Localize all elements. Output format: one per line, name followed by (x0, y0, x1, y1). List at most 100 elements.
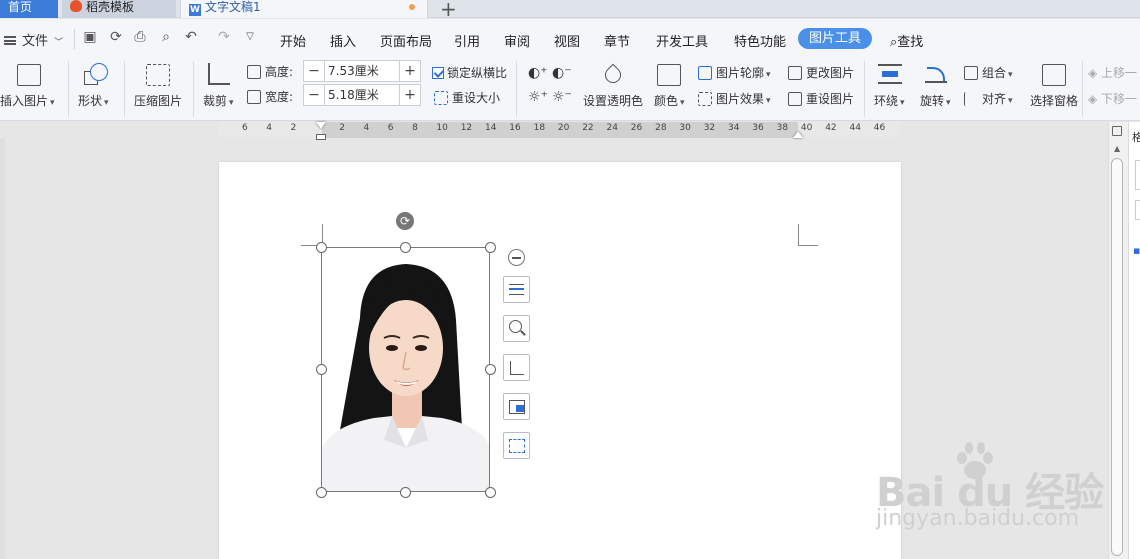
panel-toggle-icon[interactable] (1112, 126, 1122, 136)
group-label: 组合 (982, 66, 1007, 80)
undo-icon[interactable]: ↶ (183, 29, 199, 45)
resize-handle-top[interactable] (400, 242, 411, 253)
collapse-toolbar-icon[interactable] (508, 249, 525, 266)
chevron-down-icon: ▾ (900, 98, 905, 108)
ruler-tick-label: 32 (703, 123, 716, 133)
horizontal-ruler[interactable]: 6 4 2 2 4 6 8 10 12 14 16 18 20 22 24 26 28 30 32 34 36 38 40 4… (218, 122, 901, 140)
crop-icon[interactable] (208, 63, 230, 85)
shape-button[interactable]: 形状 ▾ (78, 92, 109, 109)
width-decrease-button[interactable]: − (304, 85, 324, 105)
layout-options-button[interactable] (503, 276, 530, 303)
height-icon (247, 65, 261, 79)
resize-handle-left[interactable] (316, 364, 327, 375)
portrait-photo[interactable] (321, 247, 490, 492)
rotate-handle-icon[interactable]: ⟳ (396, 212, 414, 230)
height-increase-button[interactable]: + (400, 61, 420, 81)
decrease-contrast-icon[interactable]: ◐⁻ (552, 65, 572, 81)
increase-brightness-icon[interactable]: ☼⁺ (528, 89, 548, 105)
selection-pane-icon[interactable] (1042, 64, 1066, 86)
selection-pane-button[interactable]: 选择窗格 (1030, 92, 1078, 109)
fit-picture-float-icon (509, 439, 525, 453)
ruler-tick-label: 14 (485, 123, 497, 133)
resize-handle-top-left[interactable] (316, 242, 327, 253)
customize-toolbar-icon[interactable]: ▽ (242, 29, 258, 45)
crop-button[interactable]: 裁剪 ▾ (203, 92, 234, 109)
file-menu[interactable]: 文件 ﹀ (4, 30, 63, 49)
menu-insert[interactable]: 插入 (330, 31, 356, 50)
height-decrease-button[interactable]: − (304, 61, 324, 81)
new-tab-icon[interactable]: + (440, 0, 457, 21)
side-panel-field[interactable] (1135, 200, 1140, 220)
menu-picture-tools[interactable]: 图片工具 (798, 28, 872, 49)
change-picture-icon (788, 66, 802, 80)
zoom-picture-button[interactable] (503, 315, 530, 342)
wrap-button[interactable]: 环绕 ▾ (874, 92, 905, 109)
resize-handle-bottom[interactable] (400, 487, 411, 498)
divider (68, 61, 69, 117)
increase-contrast-icon[interactable]: ◐⁺ (528, 65, 548, 81)
change-picture-button[interactable]: 更改图片 (788, 64, 854, 81)
picture-outline-button[interactable]: 图片轮廓 ▾ (698, 64, 771, 81)
reset-picture-button[interactable]: 重设图片 (788, 90, 854, 107)
bring-forward-button[interactable]: ◈ 上移一 (1088, 64, 1137, 81)
tab-template-label: 稻壳模板 (86, 0, 135, 14)
transparent-color-icon[interactable] (601, 61, 625, 87)
menu-chapter[interactable]: 章节 (604, 31, 630, 50)
side-panel-field[interactable] (1135, 160, 1140, 190)
picture-effect-button[interactable]: 图片效果 ▾ (698, 90, 771, 107)
left-indent-marker[interactable] (316, 134, 326, 140)
tab-document[interactable]: W 文字文稿1 (180, 0, 428, 18)
lock-aspect-checkbox[interactable]: 锁定纵横比 (432, 64, 507, 81)
resize-handle-top-right[interactable] (485, 242, 496, 253)
decrease-brightness-icon[interactable]: ☼⁻ (552, 89, 572, 105)
width-input[interactable]: 5.18厘米 (324, 85, 400, 105)
save-icon[interactable]: ▣ (82, 29, 98, 45)
menu-start[interactable]: 开始 (280, 31, 306, 50)
ruler-tick-label: 18 (533, 123, 546, 133)
menu-special[interactable]: 特色功能 (734, 31, 786, 50)
menu-page-layout[interactable]: 页面布局 (380, 31, 432, 50)
menu-references[interactable]: 引用 (454, 31, 480, 50)
color-button[interactable]: 颜色 ▾ (654, 92, 685, 109)
rotate-button[interactable]: 旋转 ▾ (920, 92, 951, 109)
group-button[interactable]: 组合 ▾ (964, 64, 1013, 81)
redo-icon[interactable]: ↷ (216, 29, 232, 45)
change-picture-float-button[interactable] (503, 393, 530, 420)
format-painter-icon[interactable]: ⟳ (108, 29, 124, 45)
compress-picture-icon[interactable] (146, 64, 170, 86)
color-icon[interactable] (657, 64, 681, 86)
menu-view[interactable]: 视图 (554, 31, 580, 50)
layout-options-icon (509, 284, 524, 295)
tab-template[interactable]: 稻壳模板 (62, 0, 176, 18)
scroll-up-icon[interactable]: ▲ (1114, 144, 1120, 153)
wrap-icon[interactable] (878, 64, 902, 84)
set-transparent-button[interactable]: 设置透明色 (583, 92, 643, 109)
compress-picture-button[interactable]: 压缩图片 (134, 92, 182, 109)
shape-icon[interactable] (84, 63, 108, 87)
scrollbar-thumb[interactable] (1111, 158, 1123, 556)
height-spinner[interactable]: − 7.53厘米 + (303, 60, 421, 82)
menu-review[interactable]: 审阅 (504, 31, 530, 50)
reset-size-button[interactable]: 重设大小 (434, 89, 500, 106)
insert-picture-icon[interactable] (17, 64, 41, 86)
align-button[interactable]: 对齐 ▾ (964, 90, 1013, 107)
resize-handle-bottom-right[interactable] (485, 487, 496, 498)
side-panel-link[interactable]: ▪ (1133, 244, 1140, 257)
tab-home[interactable]: 首页 (0, 0, 58, 18)
fit-picture-float-button[interactable] (503, 432, 530, 459)
insert-picture-button[interactable]: 插入图片 ▾ (0, 92, 55, 109)
right-indent-marker[interactable] (793, 130, 803, 138)
width-increase-button[interactable]: + (400, 85, 420, 105)
first-line-indent-marker[interactable] (316, 122, 326, 130)
resize-handle-bottom-left[interactable] (316, 487, 327, 498)
crop-float-button[interactable] (503, 354, 530, 381)
width-spinner[interactable]: − 5.18厘米 + (303, 84, 421, 106)
height-input[interactable]: 7.53厘米 (324, 61, 400, 81)
print-icon[interactable]: ⎙ (132, 29, 148, 45)
menu-developer[interactable]: 开发工具 (656, 31, 708, 50)
search-button[interactable]: ⌕查找 (890, 31, 923, 50)
send-backward-button[interactable]: ◈ 下移一 (1088, 90, 1137, 107)
resize-handle-right[interactable] (485, 364, 496, 375)
print-preview-icon[interactable]: ⌕ (158, 29, 174, 45)
rotate-icon[interactable] (925, 63, 947, 85)
